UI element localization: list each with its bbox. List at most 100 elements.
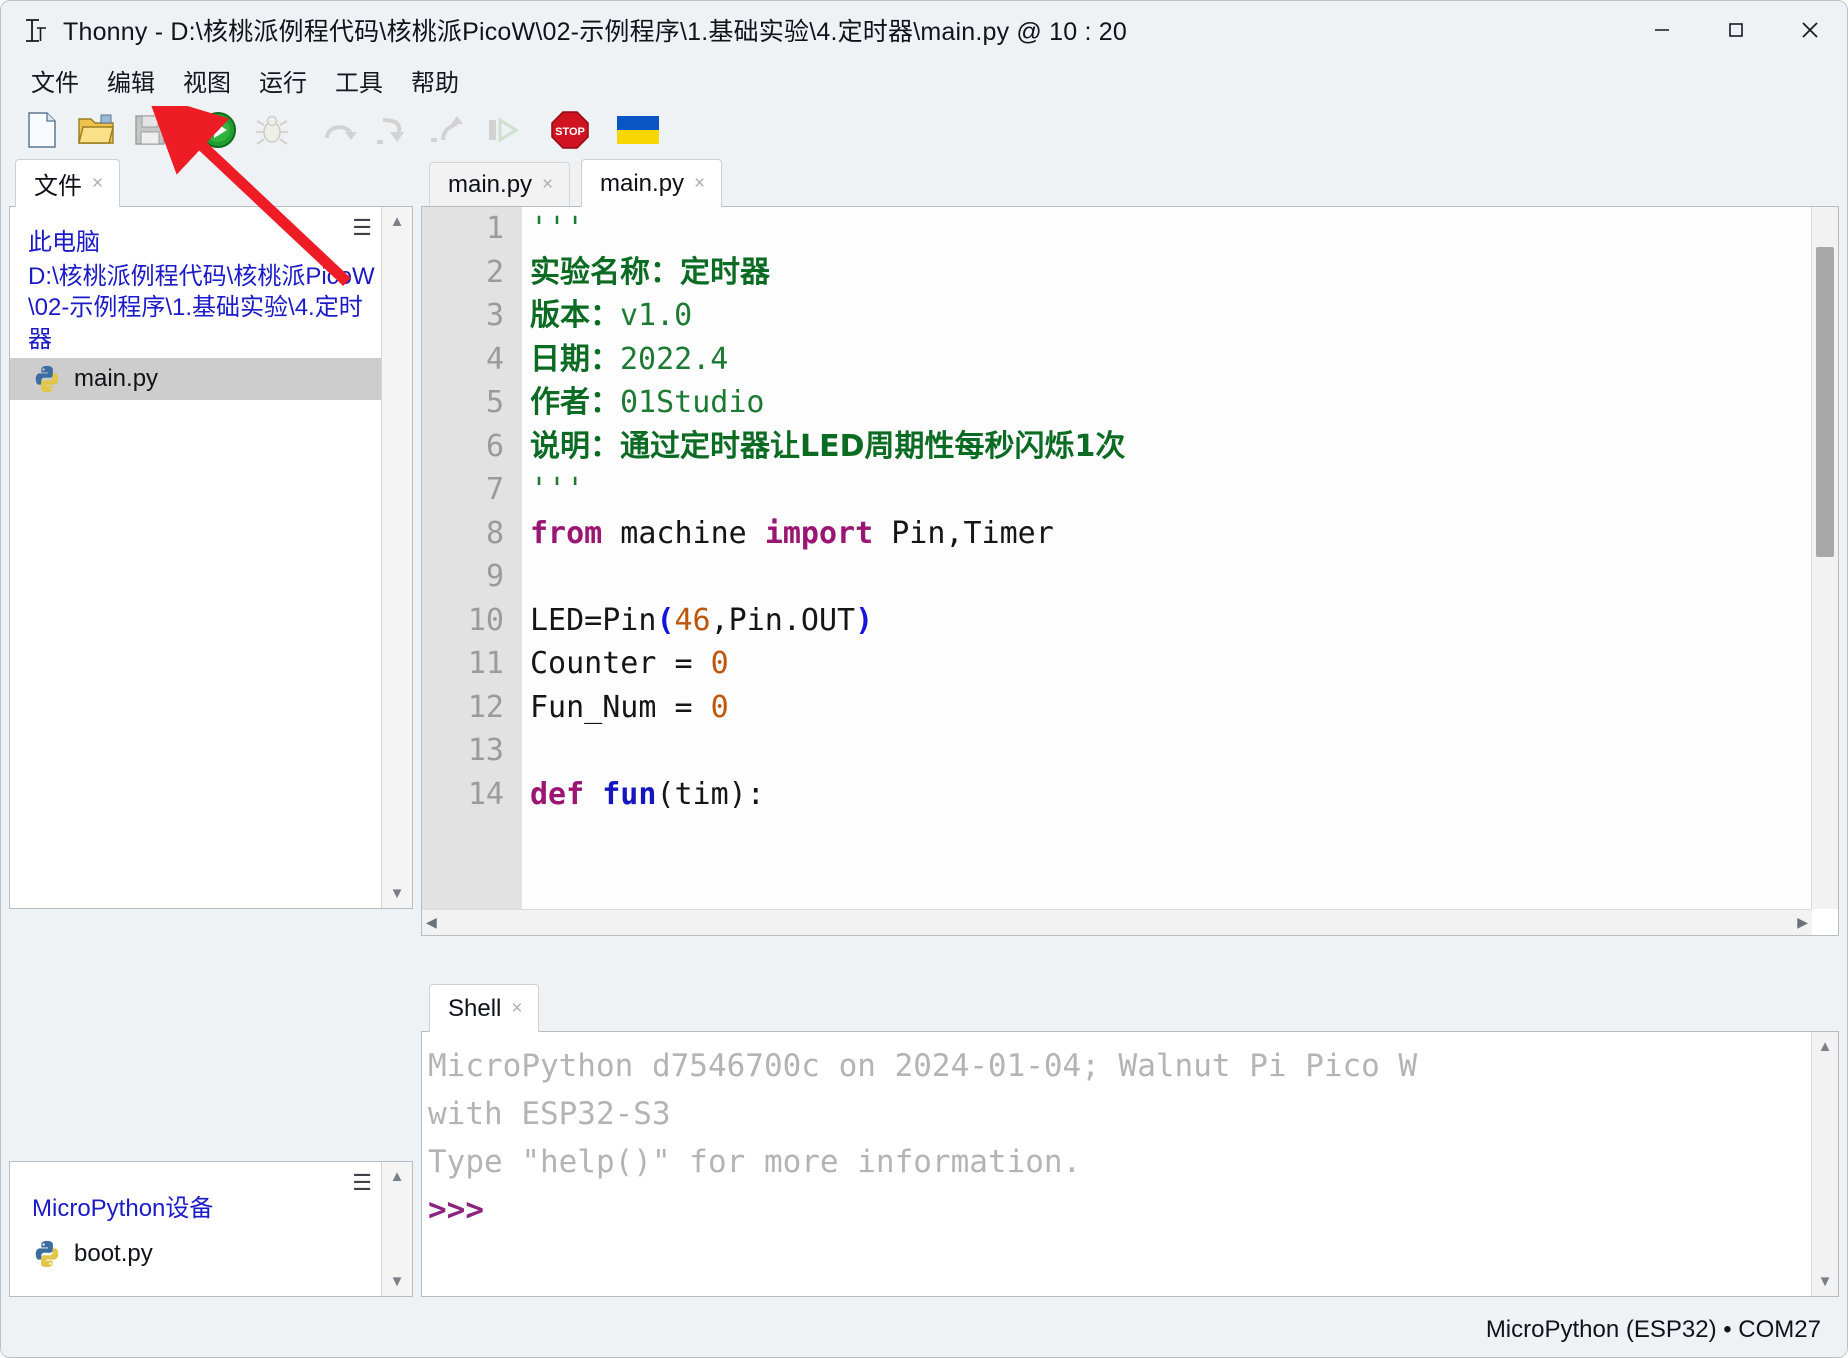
editor-tab-close-icon[interactable]: × bbox=[694, 173, 705, 195]
code-token-keyword: import bbox=[765, 516, 873, 551]
code-token-keyword: def bbox=[530, 777, 584, 812]
line-number: 11 bbox=[422, 642, 522, 686]
device-list-item-label: boot.py bbox=[74, 1240, 153, 1268]
flag-button[interactable] bbox=[615, 107, 661, 153]
code-token-text: 日期： bbox=[530, 342, 620, 377]
files-tabstrip: 文件 × bbox=[9, 159, 413, 207]
file-list-item-main-py[interactable]: main.py bbox=[10, 358, 382, 400]
editor-vertical-scrollbar[interactable] bbox=[1811, 207, 1838, 909]
code-token-number: 0 bbox=[711, 690, 729, 725]
minimize-button[interactable] bbox=[1625, 1, 1699, 59]
editor-tabstrip: main.py × main.py × bbox=[421, 159, 1839, 207]
scroll-down-icon[interactable]: ▼ bbox=[390, 879, 405, 908]
scroll-left-icon[interactable]: ◀ bbox=[426, 914, 437, 931]
open-file-icon bbox=[77, 113, 115, 147]
tab-files-label: 文件 bbox=[34, 166, 82, 201]
scroll-down-icon[interactable]: ▼ bbox=[1818, 1267, 1833, 1296]
line-number: 6 bbox=[422, 425, 522, 469]
status-interpreter-label[interactable]: MicroPython (ESP32) • COM27 bbox=[1486, 1316, 1821, 1344]
shell-line: with ESP32-S3 bbox=[428, 1090, 1812, 1138]
step-over-button[interactable] bbox=[317, 107, 363, 153]
tab-files-close-icon[interactable]: × bbox=[92, 173, 103, 195]
device-list-item-boot-py[interactable]: boot.py bbox=[10, 1233, 382, 1275]
step-into-button[interactable] bbox=[371, 107, 417, 153]
menu-item-edit[interactable]: 编辑 bbox=[93, 61, 169, 100]
debug-button[interactable] bbox=[249, 107, 295, 153]
code-editor[interactable]: 1 2 3 4 5 6 7 8 9 10 11 12 13 14 bbox=[421, 206, 1839, 936]
code-token-text: 版本： bbox=[530, 298, 620, 333]
code-text-area[interactable]: ''' 实验名称：定时器 版本：v1.0 日期：2022.4 作者：01Stud… bbox=[522, 207, 1812, 909]
files-panel-scrollbar[interactable]: ▲ ▼ bbox=[381, 207, 412, 908]
code-token-docstring-open: ''' bbox=[530, 211, 584, 246]
code-token-keyword: from bbox=[530, 516, 602, 551]
menu-item-run[interactable]: 运行 bbox=[245, 61, 321, 100]
open-file-button[interactable] bbox=[73, 107, 119, 153]
maximize-button[interactable] bbox=[1699, 1, 1773, 59]
debug-bug-icon bbox=[253, 111, 291, 149]
shell-console[interactable]: MicroPython d7546700c on 2024-01-04; Wal… bbox=[421, 1031, 1839, 1297]
editor-vertical-scroll-thumb[interactable] bbox=[1816, 247, 1834, 557]
scroll-up-icon[interactable]: ▲ bbox=[390, 1162, 405, 1191]
stop-button[interactable]: STOP bbox=[547, 107, 593, 153]
code-token-value: 2022.4 bbox=[620, 342, 728, 377]
editor-tab-main-py-2[interactable]: main.py × bbox=[581, 159, 722, 207]
line-number: 4 bbox=[422, 338, 522, 382]
new-file-icon bbox=[25, 111, 59, 149]
code-token-text: 说明：通过定时器让LED周期性每秒闪烁1次 bbox=[530, 429, 1125, 464]
editor-tab-close-icon[interactable]: × bbox=[542, 174, 553, 196]
sidebar-splitter[interactable] bbox=[9, 1133, 413, 1161]
code-line-12: Fun_Num = 0 bbox=[530, 686, 1812, 730]
device-panel-header: ☰ bbox=[10, 1162, 412, 1172]
line-number: 1 bbox=[422, 207, 522, 251]
resume-button[interactable] bbox=[479, 107, 525, 153]
code-token-number: 0 bbox=[711, 646, 729, 681]
code-token-value: v1.0 bbox=[620, 298, 692, 333]
new-file-button[interactable] bbox=[19, 107, 65, 153]
files-current-path[interactable]: D:\核桃派例程代码\核桃派PicoW\02-示例程序\1.基础实验\4.定时器 bbox=[10, 261, 412, 358]
python-file-icon bbox=[32, 364, 62, 394]
shell-prompt[interactable]: >>> bbox=[428, 1186, 1812, 1234]
device-panel-scrollbar[interactable]: ▲ ▼ bbox=[381, 1162, 412, 1296]
files-menu-icon[interactable]: ☰ bbox=[352, 215, 372, 241]
editor-horizontal-scrollbar[interactable]: ◀ ▶ bbox=[422, 909, 1812, 935]
scroll-up-icon[interactable]: ▲ bbox=[1818, 1032, 1833, 1061]
menu-item-help[interactable]: 帮助 bbox=[397, 61, 473, 100]
step-out-button[interactable] bbox=[425, 107, 471, 153]
tab-shell-close-icon[interactable]: × bbox=[511, 998, 522, 1020]
editor-tab-main-py-1[interactable]: main.py × bbox=[429, 162, 570, 207]
code-token-paren: ) bbox=[855, 603, 873, 638]
line-number: 3 bbox=[422, 294, 522, 338]
shell-area: Shell × MicroPython d7546700c on 2024-01… bbox=[421, 984, 1839, 1297]
save-file-icon bbox=[133, 113, 167, 147]
code-line-11: Counter = 0 bbox=[530, 642, 1812, 686]
tab-files[interactable]: 文件 × bbox=[15, 159, 120, 207]
resume-icon bbox=[483, 114, 521, 146]
python-file-icon bbox=[32, 1239, 62, 1269]
code-line-14: def fun(tim): bbox=[530, 773, 1812, 817]
tab-shell[interactable]: Shell × bbox=[429, 984, 539, 1032]
code-token-text: 实验名称：定时器 bbox=[530, 255, 770, 290]
scroll-right-icon[interactable]: ▶ bbox=[1797, 914, 1808, 931]
code-line-9 bbox=[530, 555, 1812, 599]
shell-tabstrip: Shell × bbox=[421, 984, 1839, 1032]
shell-vertical-scrollbar[interactable]: ▲ ▼ bbox=[1811, 1032, 1838, 1296]
line-number: 10 bbox=[422, 599, 522, 643]
close-button[interactable] bbox=[1773, 1, 1847, 59]
save-file-button[interactable] bbox=[127, 107, 173, 153]
code-line-10: LED=Pin(46,Pin.OUT) bbox=[530, 599, 1812, 643]
menu-item-view[interactable]: 视图 bbox=[169, 61, 245, 100]
run-button[interactable] bbox=[195, 107, 241, 153]
editor-tab-label: main.py bbox=[600, 170, 684, 198]
window-controls bbox=[1625, 1, 1847, 59]
code-token-number: 46 bbox=[675, 603, 711, 638]
device-menu-icon[interactable]: ☰ bbox=[352, 1170, 372, 1196]
menu-item-file[interactable]: 文件 bbox=[17, 61, 93, 100]
stop-icon: STOP bbox=[550, 110, 590, 150]
code-line-7: ''' bbox=[530, 468, 1812, 512]
step-into-icon bbox=[375, 114, 413, 146]
scroll-up-icon[interactable]: ▲ bbox=[390, 207, 405, 236]
line-number: 9 bbox=[422, 555, 522, 599]
files-panel: ☰ 此电脑 D:\核桃派例程代码\核桃派PicoW\02-示例程序\1.基础实验… bbox=[9, 206, 413, 909]
scroll-down-icon[interactable]: ▼ bbox=[390, 1267, 405, 1296]
menu-item-tools[interactable]: 工具 bbox=[321, 61, 397, 100]
